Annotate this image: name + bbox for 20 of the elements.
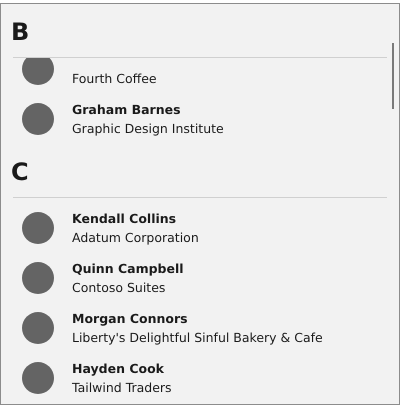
contact-name: Quinn Campbell [72, 260, 184, 278]
avatar [22, 58, 54, 85]
contact-company: Adatum Corporation [72, 229, 199, 247]
contact-name: Kendall Collins [72, 210, 178, 228]
contact-company: Tailwind Traders [72, 379, 172, 397]
contact-company: Contoso Suites [72, 279, 166, 297]
group-letter: B [11, 18, 30, 46]
contact-name: Hayden Cook [72, 360, 165, 378]
avatar [22, 103, 54, 135]
group-letter: C [11, 158, 29, 186]
contact-company: Graphic Design Institute [72, 120, 224, 138]
contact-company: Liberty's Delightful Sinful Bakery & Cafe [72, 329, 323, 347]
contact-name: Graham Barnes [72, 101, 182, 119]
contact-name: Morgan Connors [72, 310, 189, 328]
avatar [22, 262, 54, 294]
avatar [22, 362, 54, 394]
scrollbar-thumb[interactable] [392, 43, 394, 109]
avatar [22, 312, 54, 344]
contact-company: Fourth Coffee [72, 70, 157, 88]
avatar [22, 212, 54, 244]
